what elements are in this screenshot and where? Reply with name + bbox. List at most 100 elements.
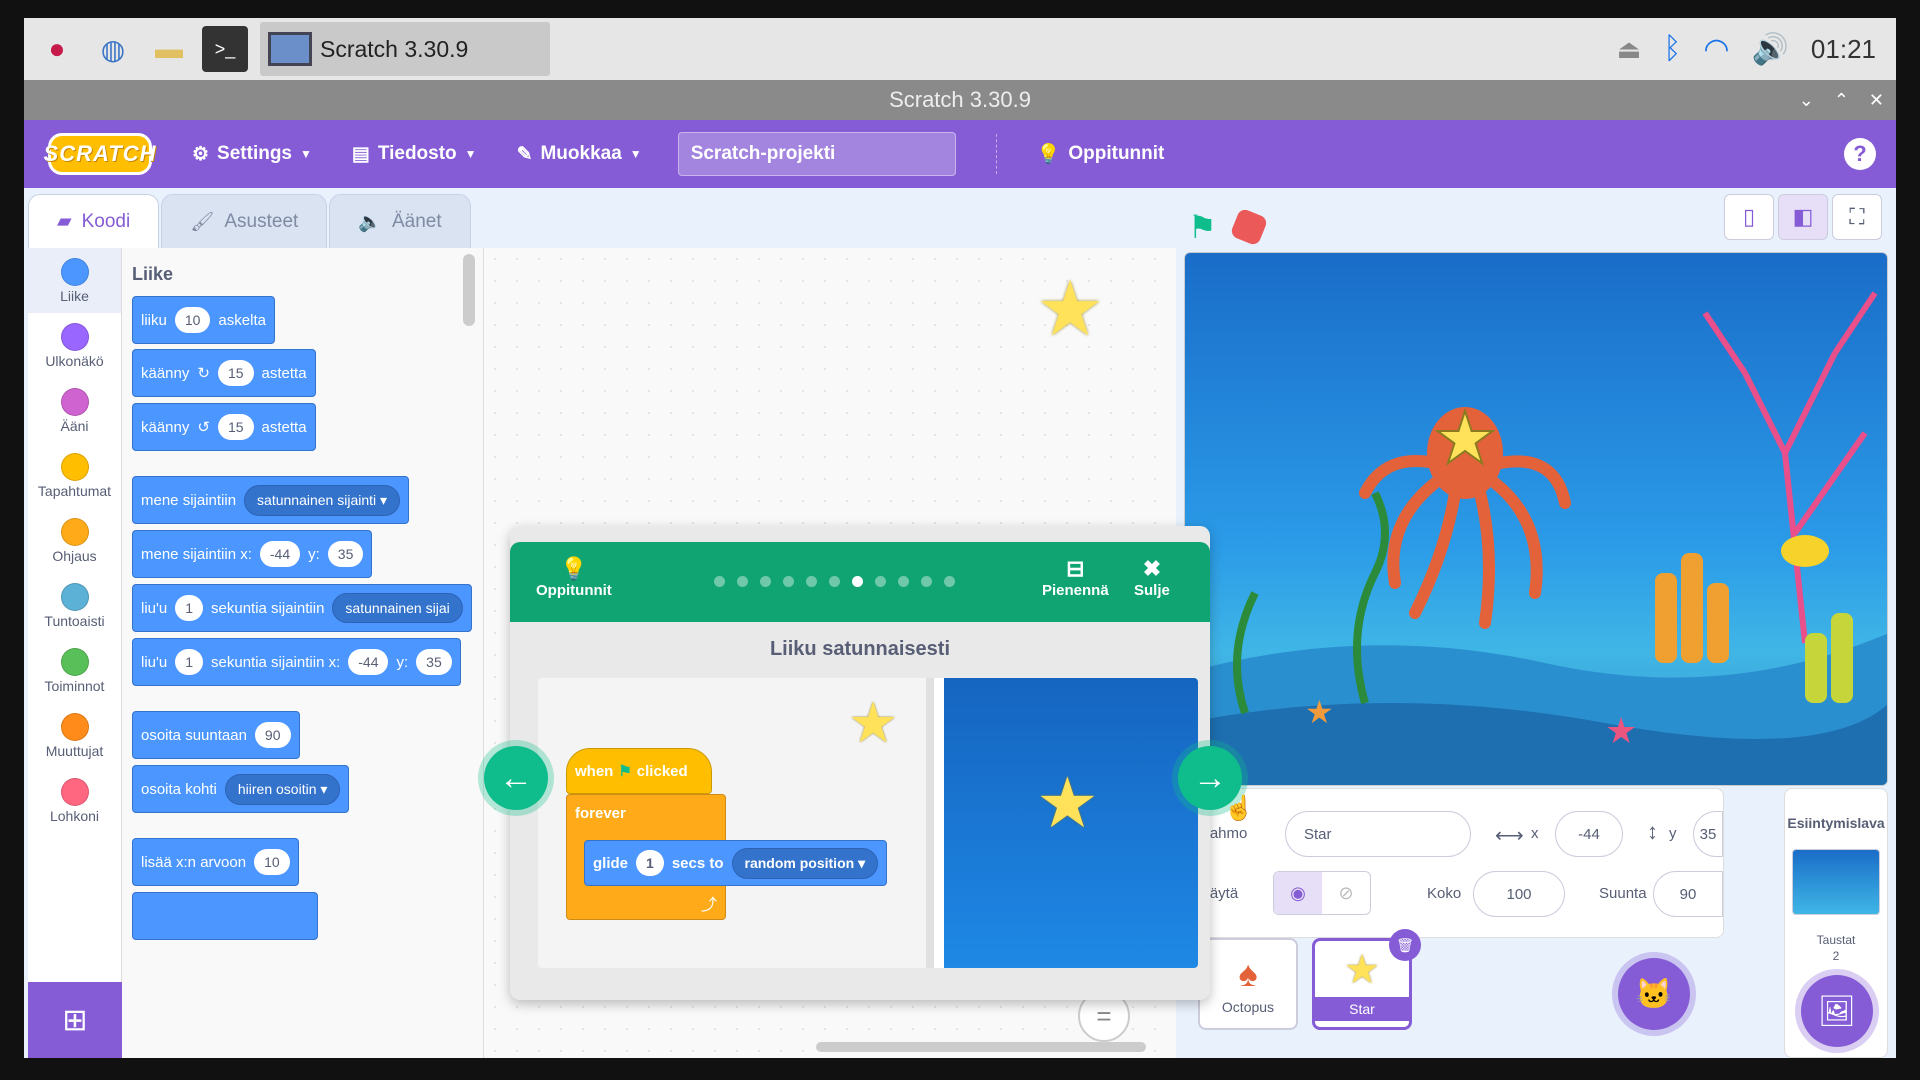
size-label: Koko	[1427, 885, 1462, 902]
file-menu[interactable]: ▤ Tiedosto ▼	[352, 143, 477, 166]
tutorials-button[interactable]: 💡 Oppitunnit	[536, 556, 612, 599]
shrink-button[interactable]: ⊟ Pienennä	[1042, 556, 1109, 599]
y-input[interactable]: 35	[1693, 811, 1723, 857]
block-input[interactable]: 15	[217, 360, 254, 386]
category-sound[interactable]: Ääni	[28, 378, 121, 443]
tab-costumes[interactable]: 🖌 Asusteet	[161, 194, 328, 248]
raspberry-icon[interactable]: ●	[34, 26, 80, 72]
fullscreen-button[interactable]: ⛶	[1832, 194, 1882, 240]
category-label: Toiminnot	[44, 677, 105, 694]
stop-button[interactable]	[1229, 207, 1269, 247]
category-myblocks[interactable]: Lohkoni	[28, 768, 121, 833]
eye-off-icon[interactable]: ⊘	[1322, 872, 1370, 914]
block-input[interactable]: 90	[254, 722, 291, 748]
block-input[interactable]: 35	[327, 541, 364, 567]
palette-scrollbar[interactable]	[463, 254, 475, 326]
edit-menu[interactable]: ✎ Muokkaa ▼	[517, 143, 642, 166]
block-point-towards[interactable]: osoita kohti hiiren osoitin ▾	[132, 765, 350, 813]
arrow-left-icon: ←	[499, 758, 533, 797]
block-input[interactable]: 15	[217, 414, 254, 440]
block-turn-left[interactable]: käänny ↺ 15 astetta	[132, 403, 316, 451]
volume-icon[interactable]: 🔊	[1752, 32, 1789, 67]
block-input[interactable]: 1	[175, 649, 204, 675]
tutorial-card[interactable]: 💡 Oppitunnit ⊟ Pienennä ✖ Sulje Liiku sa…	[484, 526, 1242, 1000]
browser-icon[interactable]: ◍	[90, 26, 136, 72]
block-goto[interactable]: mene sijaintiin satunnainen sijainti ▾	[132, 476, 410, 524]
category-operators[interactable]: Toiminnot	[28, 638, 121, 703]
block-dropdown[interactable]: hiiren osoitin ▾	[224, 773, 341, 805]
category-control[interactable]: Ohjaus	[28, 508, 121, 573]
category-variables[interactable]: Muuttujat	[28, 703, 121, 768]
tutorial-card-header[interactable]: 💡 Oppitunnit ⊟ Pienennä ✖ Sulje	[510, 542, 1210, 622]
lightbulb-icon: 💡	[560, 556, 588, 581]
choose-sprite-button[interactable]: 🐱	[1618, 958, 1690, 1030]
category-label: Ohjaus	[52, 547, 97, 564]
block-input[interactable]: 10	[254, 849, 290, 875]
category-looks[interactable]: Ulkonäkö	[28, 313, 121, 378]
delete-sprite-button[interactable]: 🗑	[1389, 929, 1421, 961]
star-sprite[interactable]: ★	[1432, 398, 1499, 480]
block-input[interactable]: 10	[174, 307, 211, 333]
block-text: glide	[593, 854, 629, 872]
rotate-right-icon: ↻	[197, 365, 210, 382]
block-glide-xy[interactable]: liu'u 1 sekuntia sijaintiin x: -44 y: 35	[132, 638, 461, 686]
block-input[interactable]: 1	[175, 595, 204, 621]
block-goto-xy[interactable]: mene sijaintiin x: -44 y: 35	[132, 530, 373, 578]
wifi-icon[interactable]: ◠	[1703, 32, 1729, 67]
script-hscrollbar[interactable]	[816, 1042, 1146, 1052]
sprite-thumb-star[interactable]: ★ Star 🗑	[1312, 929, 1421, 1030]
block-text: askelta	[218, 311, 266, 329]
block-point-direction[interactable]: osoita suuntaan 90	[132, 711, 300, 759]
taskbar-window-button[interactable]: Scratch 3.30.9	[260, 22, 550, 76]
settings-menu[interactable]: ⚙ Settings ▼	[192, 143, 312, 166]
stage[interactable]: ★ ★ ★	[1184, 252, 1888, 786]
category-motion[interactable]: Liike	[28, 248, 121, 313]
previous-step-button[interactable]: ←	[484, 746, 548, 810]
block-dropdown[interactable]: satunnainen sijai	[332, 593, 463, 623]
tutorials-button-label: Oppitunnit	[536, 582, 612, 599]
eject-icon[interactable]: ⏏	[1617, 34, 1642, 65]
sprite-thumb-octopus[interactable]: ♠ Octopus	[1198, 938, 1298, 1030]
size-input[interactable]: 100	[1473, 871, 1565, 917]
eye-icon[interactable]: ◉	[1274, 872, 1322, 914]
tutorials-menu[interactable]: 💡 Oppitunnit	[1037, 142, 1165, 166]
x-input[interactable]: -44	[1555, 811, 1623, 857]
category-label: Tapahtumat	[37, 482, 112, 499]
block-input[interactable]: 35	[416, 649, 452, 675]
category-events[interactable]: Tapahtumat	[28, 443, 121, 508]
folder-icon[interactable]: ▬	[146, 26, 192, 72]
block-turn-right[interactable]: käänny ↻ 15 astetta	[132, 349, 316, 397]
maximize-icon[interactable]: ⌃	[1834, 90, 1849, 111]
block-input[interactable]: -44	[348, 649, 389, 675]
sprite-name-input[interactable]: Star	[1285, 811, 1471, 857]
close-icon[interactable]: ✕	[1869, 90, 1884, 111]
block-dropdown[interactable]: satunnainen sijainti ▾	[244, 484, 401, 516]
bluetooth-icon[interactable]: ᛒ	[1663, 32, 1681, 66]
block-glide-to[interactable]: liu'u 1 sekuntia sijaintiin satunnainen …	[132, 584, 472, 632]
terminal-icon[interactable]: >_	[202, 26, 248, 72]
step-dot	[852, 576, 863, 587]
tab-sounds[interactable]: 🔈 Äänet	[329, 194, 471, 248]
large-stage-button[interactable]: ◧	[1778, 194, 1828, 240]
scratch-logo[interactable]: SCRATCH	[44, 133, 155, 175]
close-card-button[interactable]: ✖ Sulje	[1134, 556, 1170, 599]
green-flag-button[interactable]: ⚑	[1188, 208, 1217, 246]
help-button[interactable]: ?	[1844, 138, 1876, 170]
project-title-input[interactable]: Scratch-projekti	[677, 132, 956, 176]
tab-code[interactable]: ▰ Koodi	[28, 194, 160, 248]
category-sensing[interactable]: Tuntoaisti	[28, 573, 121, 638]
small-stage-button[interactable]: ▯	[1724, 194, 1774, 240]
choose-backdrop-button[interactable]: 🖼	[1801, 975, 1873, 1047]
block-change-x[interactable]: lisää x:n arvoon 10	[132, 838, 299, 886]
clock[interactable]: 01:21	[1811, 34, 1876, 65]
block-text: lisää x:n arvoon	[141, 853, 247, 871]
block-partial[interactable]	[132, 892, 318, 940]
minimize-icon[interactable]: ⌄	[1799, 90, 1814, 111]
step-indicator	[714, 576, 955, 587]
block-input[interactable]: -44	[259, 541, 301, 567]
stage-thumbnail[interactable]	[1792, 849, 1880, 915]
add-extension-button[interactable]: ⊞	[28, 982, 122, 1058]
direction-input[interactable]: 90	[1653, 871, 1723, 917]
block-move-steps[interactable]: liiku 10 askelta	[132, 296, 275, 344]
stage-selector[interactable]: Esiintymislava Taustat 2 🖼	[1784, 788, 1888, 1058]
